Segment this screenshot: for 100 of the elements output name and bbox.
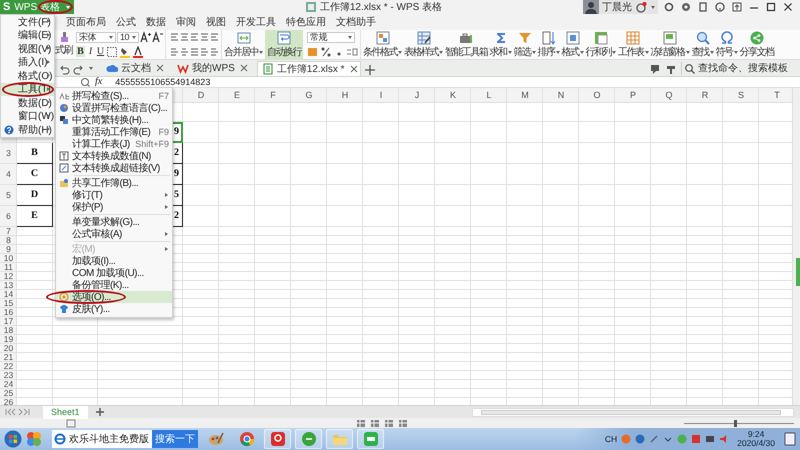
maximize-icon[interactable] <box>765 1 777 13</box>
ribbon-tab[interactable]: 视图 <box>206 15 226 29</box>
ribbon-button[interactable]: 表格样式 <box>404 30 443 59</box>
align-icon[interactable] <box>200 46 209 58</box>
table-cell[interactable]: C <box>17 164 53 185</box>
align-icon[interactable] <box>180 46 189 58</box>
row-header[interactable]: 12 <box>0 272 17 281</box>
row-header[interactable]: 11 <box>0 262 17 272</box>
row-header[interactable]: 8 <box>0 236 17 245</box>
document-tab[interactable]: 我的WPS <box>173 60 254 76</box>
add-sheet-icon[interactable] <box>94 406 106 418</box>
row-header[interactable]: 4 <box>0 164 17 185</box>
menu-item[interactable]: 保护(P) <box>56 201 172 213</box>
column-header[interactable]: N <box>543 88 579 103</box>
align-icon[interactable] <box>210 31 219 44</box>
menu-item[interactable]: 插入(I) <box>1 56 54 69</box>
font-color-icon[interactable] <box>132 46 144 58</box>
font-style-button[interactable]: I <box>86 46 95 58</box>
menu-item[interactable]: 公式审核(A) <box>56 228 172 240</box>
ribbon-button[interactable]: 智能工具箱 <box>445 30 488 59</box>
timer-icon[interactable] <box>635 1 647 13</box>
wrap-text-button[interactable]: 自动换行 <box>265 30 303 59</box>
avatar[interactable] <box>583 0 599 14</box>
function-button[interactable]: fx <box>95 77 102 86</box>
refresh-icon[interactable] <box>663 1 675 13</box>
row-header[interactable]: 22 <box>0 362 17 371</box>
chat-icon[interactable] <box>649 62 661 75</box>
menu-item[interactable]: 修订(T) <box>56 189 172 201</box>
column-header[interactable]: Q <box>651 88 687 103</box>
pin-icon[interactable] <box>731 1 743 13</box>
menu-item[interactable]: 视图(V) <box>1 42 54 56</box>
column-header[interactable]: S <box>723 88 759 103</box>
ribbon-button[interactable]: 条件格式 <box>363 30 402 59</box>
number-format-field[interactable]: 常规 <box>307 32 355 42</box>
browser-icon[interactable] <box>238 431 254 447</box>
menu-item[interactable]: 加载项(I)... <box>56 255 172 267</box>
font-style-button[interactable]: U <box>96 46 105 58</box>
menu-item[interactable]: 拼写检查(S)... F7 <box>56 90 172 102</box>
menu-item[interactable]: 文件(F) <box>1 15 54 28</box>
settings-icon[interactable] <box>680 1 692 13</box>
input-language[interactable]: CH <box>604 434 618 444</box>
reading-view-icon[interactable] <box>398 418 408 428</box>
column-header[interactable]: J <box>399 88 435 103</box>
pen-icon[interactable] <box>649 434 660 444</box>
ribbon-tab[interactable]: 文档助手 <box>336 15 376 29</box>
row-header[interactable]: 24 <box>0 380 17 389</box>
table-cell[interactable]: D <box>17 184 53 206</box>
menu-item[interactable]: 文本转换成超链接(V) <box>56 162 172 174</box>
font-style-button[interactable]: B <box>76 46 85 58</box>
align-icon[interactable] <box>190 31 199 44</box>
table-cell[interactable]: B <box>17 142 53 164</box>
align-icon[interactable] <box>200 31 209 44</box>
page-break-icon[interactable] <box>384 418 394 428</box>
normal-view-icon[interactable] <box>356 418 366 428</box>
row-header[interactable]: 17 <box>0 316 17 326</box>
redo-icon[interactable] <box>73 62 85 75</box>
row-header[interactable]: 3 <box>0 142 17 164</box>
menu-item[interactable]: 中文简繁转换(H)... <box>56 114 172 126</box>
vertical-scroll-bar[interactable] <box>792 88 800 405</box>
format-painter-button[interactable]: 式刷 <box>55 30 72 59</box>
search-button[interactable]: 搜索一下 <box>152 430 198 448</box>
row-header[interactable]: 15 <box>0 298 17 308</box>
add-tab-icon[interactable] <box>364 64 376 76</box>
percent-icon[interactable] <box>320 46 332 58</box>
close-icon[interactable] <box>348 62 360 75</box>
column-header[interactable]: K <box>435 88 471 103</box>
taskbar-button[interactable] <box>264 429 291 449</box>
menu-item[interactable]: 编辑(E) <box>1 28 54 42</box>
menu-item[interactable]: 重算活动工作簿(E) F9 <box>56 126 172 138</box>
font-size-field[interactable]: 10 <box>117 32 139 43</box>
ribbon-tab[interactable]: 开发工具 <box>236 15 276 29</box>
page-layout-icon[interactable] <box>370 418 380 428</box>
font-field[interactable]: 宋体 <box>76 32 116 43</box>
row-header[interactable]: 19 <box>0 334 17 344</box>
menu-item[interactable]: 计算工作表(J) Shift+F9 <box>56 138 172 150</box>
align-icon[interactable] <box>170 31 179 44</box>
border-icon[interactable] <box>106 46 118 58</box>
align-icon[interactable] <box>180 31 189 44</box>
increase-decimal-icon[interactable] <box>346 46 358 58</box>
document-icon[interactable] <box>697 1 709 13</box>
row-header[interactable]: 7 <box>0 226 17 236</box>
column-header[interactable]: G <box>291 88 327 103</box>
ribbon-button[interactable]: 工作表 <box>618 30 648 59</box>
row-header[interactable]: 23 <box>0 370 17 380</box>
caret-icon[interactable] <box>89 67 93 70</box>
menu-item[interactable]: 文本转换成数值(N) <box>56 150 172 162</box>
ribbon-button[interactable]: 冻结窗格 <box>650 30 690 59</box>
ribbon-button[interactable]: 筛选 <box>514 30 536 59</box>
menu-item[interactable]: 共享工作簿(B)... <box>56 177 172 189</box>
column-header[interactable]: P <box>615 88 651 103</box>
clock[interactable]: 9:24 2020/4/30 <box>733 430 779 448</box>
ribbon-button[interactable]: 符号 <box>716 30 738 59</box>
ribbon-tab[interactable]: 公式 <box>116 15 136 29</box>
column-header[interactable]: O <box>579 88 615 103</box>
menu-item[interactable]: 备份管理(K)... <box>56 279 172 291</box>
row-header[interactable]: 10 <box>0 254 17 263</box>
menu-item[interactable]: 设置拼写检查语言(C)... <box>56 102 172 114</box>
row-header[interactable]: 6 <box>0 206 17 227</box>
row-header[interactable]: 16 <box>0 308 17 317</box>
ribbon-button[interactable]: 分享文档 <box>740 30 774 59</box>
